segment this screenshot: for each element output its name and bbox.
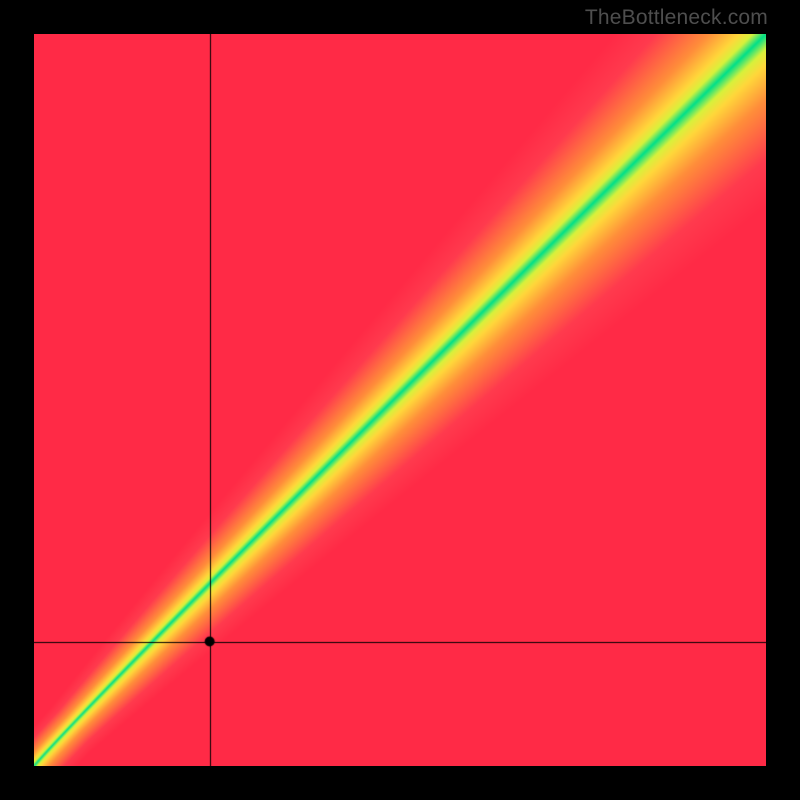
- plot-area: [34, 34, 766, 766]
- chart-frame: TheBottleneck.com: [0, 0, 800, 800]
- watermark-text: TheBottleneck.com: [585, 6, 768, 30]
- overlay-canvas: [34, 34, 766, 766]
